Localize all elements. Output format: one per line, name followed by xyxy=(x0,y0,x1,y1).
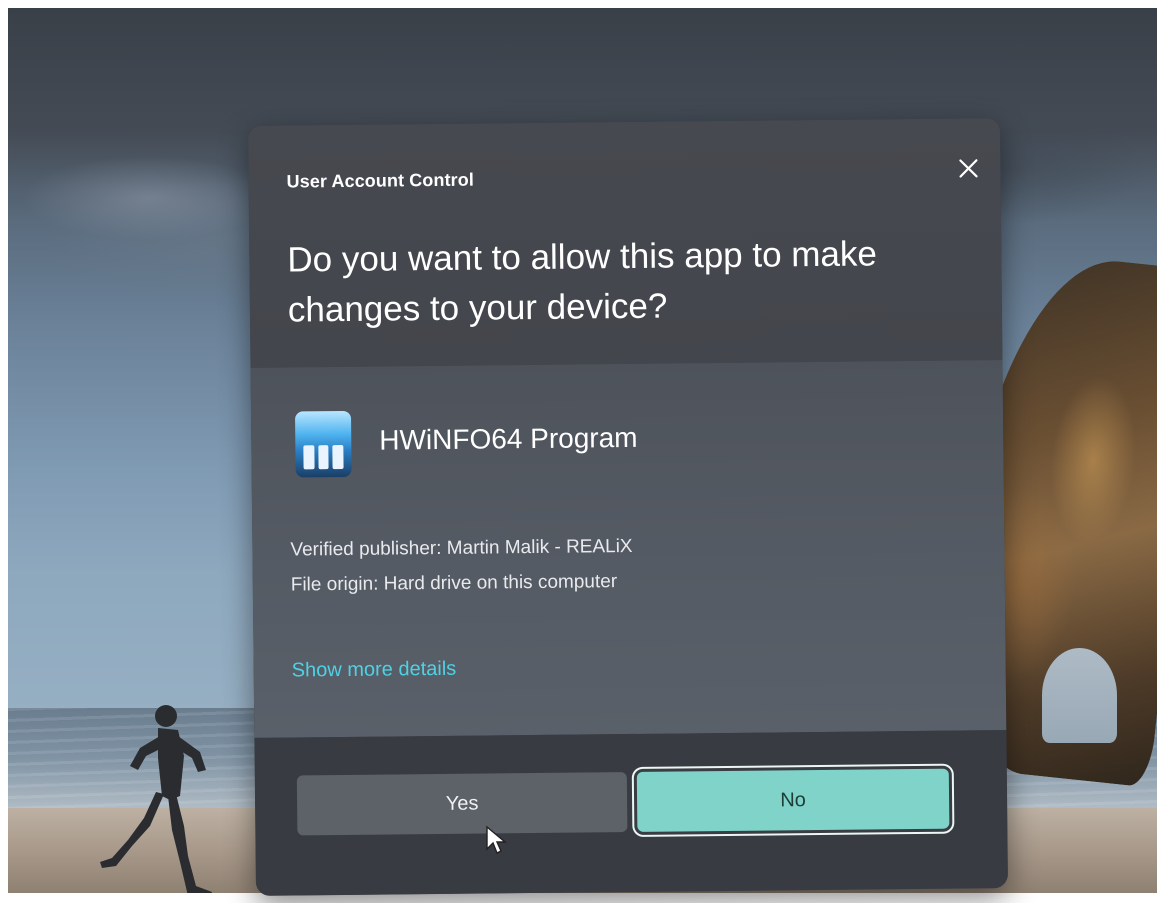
yes-button[interactable]: Yes xyxy=(296,772,628,836)
close-icon xyxy=(959,159,978,178)
mouse-pointer-icon xyxy=(486,825,507,854)
wallpaper-arch-opening xyxy=(1042,648,1117,743)
dialog-body: HWiNFO64 Program Verified publisher: Mar… xyxy=(250,360,1007,738)
close-button[interactable] xyxy=(950,150,986,186)
show-more-details-link[interactable]: Show more details xyxy=(292,658,457,683)
dialog-footer: Yes No xyxy=(254,730,1009,896)
verified-publisher: Verified publisher: Martin Malik - REALi… xyxy=(290,535,633,561)
file-origin: File origin: Hard drive on this computer xyxy=(290,571,618,596)
uac-dialog: User Account Control Do you want to allo… xyxy=(247,118,1009,896)
wallpaper-runner-silhouette xyxy=(100,705,212,893)
app-name: HWiNFO64 Program xyxy=(379,421,638,456)
dialog-title: User Account Control xyxy=(286,169,475,192)
dialog-header: User Account Control Do you want to allo… xyxy=(247,118,1003,368)
dialog-question: Do you want to allow this app to make ch… xyxy=(287,234,878,330)
no-button[interactable]: No xyxy=(636,768,950,832)
hwinfo-app-icon xyxy=(294,410,352,478)
